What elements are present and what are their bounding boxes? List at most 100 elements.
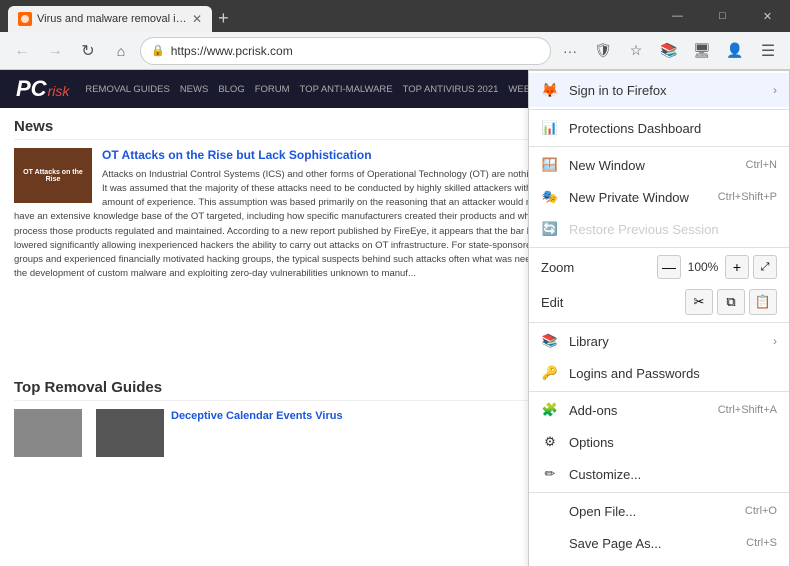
close-button[interactable]: ✕ bbox=[745, 0, 790, 32]
private-shortcut: Ctrl+Shift+P bbox=[718, 191, 777, 203]
paste-button[interactable]: 📋 bbox=[749, 289, 777, 315]
zoom-plus-button[interactable]: + bbox=[725, 255, 749, 279]
new-window-icon: 🪟 bbox=[541, 156, 559, 174]
menu-item-edit: Edit ✂ ⧉ 📋 bbox=[529, 284, 789, 320]
menu-item-customize[interactable]: ✏ Customize... bbox=[529, 458, 789, 490]
title-bar: Virus and malware removal ins... ✕ + — □… bbox=[0, 0, 790, 32]
synced-tabs-button[interactable]: 🖥 bbox=[688, 37, 716, 65]
main-article-title[interactable]: OT Attacks on the Rise but Lack Sophisti… bbox=[14, 148, 567, 164]
profile-button[interactable]: 👤 bbox=[721, 37, 749, 65]
private-window-label: New Private Window bbox=[569, 190, 708, 205]
library-arrow: › bbox=[773, 334, 777, 348]
menu-item-library[interactable]: 📚 Library › bbox=[529, 325, 789, 357]
menu-item-print[interactable]: 🖨 Print... Ctrl+P bbox=[529, 559, 789, 566]
container-icon[interactable]: 🛡 bbox=[589, 37, 617, 65]
menu-section-protections: 📊 Protections Dashboard bbox=[529, 110, 789, 147]
maximize-button[interactable]: □ bbox=[700, 0, 745, 32]
new-tab-button[interactable]: + bbox=[218, 8, 229, 29]
zoom-controls: — 100% + ⤢ bbox=[657, 255, 777, 279]
bottom-img-placeholder bbox=[14, 409, 82, 457]
tab-close-icon[interactable]: ✕ bbox=[192, 12, 202, 26]
menu-item-zoom: Zoom — 100% + ⤢ bbox=[529, 250, 789, 284]
site-logo[interactable]: PC risk bbox=[16, 76, 69, 102]
nav-top-antimalware[interactable]: TOP ANTI-MALWARE bbox=[300, 84, 393, 95]
library-icon: 📚 bbox=[541, 332, 559, 350]
private-window-icon: 🎭 bbox=[541, 188, 559, 206]
lock-icon: 🔒 bbox=[151, 44, 165, 57]
menu-section-library: 📚 Library › 🔑 Logins and Passwords bbox=[529, 323, 789, 392]
restore-icon: 🔄 bbox=[541, 220, 559, 238]
zoom-minus-button[interactable]: — bbox=[657, 255, 681, 279]
address-bar[interactable]: 🔒 https://www.pcrisk.com bbox=[140, 37, 551, 65]
logo-risk: risk bbox=[48, 83, 70, 99]
bottom-img-2 bbox=[96, 409, 164, 457]
tab-favicon bbox=[18, 12, 32, 26]
home-button[interactable]: ⌂ bbox=[107, 37, 135, 65]
menu-item-restore-session[interactable]: 🔄 Restore Previous Session bbox=[529, 213, 789, 245]
shield-icon: 📊 bbox=[541, 119, 559, 137]
menu-item-private-window[interactable]: 🎭 New Private Window Ctrl+Shift+P bbox=[529, 181, 789, 213]
main-article: OT Attacks on the Rise OT Attacks on the… bbox=[14, 148, 567, 369]
window-controls: — □ ✕ bbox=[655, 0, 790, 32]
reload-button[interactable]: ↻ bbox=[74, 37, 102, 65]
nav-forum[interactable]: FORUM bbox=[255, 84, 290, 95]
new-window-shortcut: Ctrl+N bbox=[746, 159, 777, 171]
main-img-label: OT Attacks on the Rise bbox=[17, 169, 89, 183]
open-file-icon bbox=[541, 502, 559, 520]
restore-label: Restore Previous Session bbox=[569, 222, 777, 237]
nav-news[interactable]: NEWS bbox=[180, 84, 209, 95]
open-file-shortcut: Ctrl+O bbox=[745, 505, 777, 517]
nav-top-antivirus[interactable]: TOP ANTIVIRUS 2021 bbox=[403, 84, 499, 95]
menu-item-logins[interactable]: 🔑 Logins and Passwords bbox=[529, 357, 789, 389]
copy-button[interactable]: ⧉ bbox=[717, 289, 745, 315]
library-label: Library bbox=[569, 334, 763, 349]
more-options-nav-button[interactable]: ··· bbox=[556, 37, 584, 65]
edit-controls: ✂ ⧉ 📋 bbox=[685, 289, 777, 315]
hamburger-menu-button[interactable]: ☰ bbox=[754, 37, 782, 65]
main-area: PC risk REMOVAL GUIDES NEWS BLOG FORUM T… bbox=[0, 70, 790, 566]
menu-item-addons[interactable]: 🧩 Add-ons Ctrl+Shift+A bbox=[529, 394, 789, 426]
logo-pc: PC bbox=[16, 76, 47, 102]
zoom-label: Zoom bbox=[541, 260, 649, 275]
back-button[interactable]: ← bbox=[8, 37, 36, 65]
main-article-image: OT Attacks on the Rise bbox=[14, 148, 92, 203]
main-article-body: Attacks on Industrial Control Systems (I… bbox=[14, 168, 567, 282]
customize-icon: ✏ bbox=[541, 465, 559, 483]
cut-button[interactable]: ✂ bbox=[685, 289, 713, 315]
browser-window: Virus and malware removal ins... ✕ + — □… bbox=[0, 0, 790, 566]
menu-section-zoom-edit: Zoom — 100% + ⤢ Edit ✂ ⧉ 📋 bbox=[529, 248, 789, 323]
nav-blog[interactable]: BLOG bbox=[218, 84, 244, 95]
tab-section: Virus and malware removal ins... ✕ + bbox=[0, 0, 655, 32]
options-icon: ⚙ bbox=[541, 433, 559, 451]
addons-icon: 🧩 bbox=[541, 401, 559, 419]
nav-removal-guides[interactable]: REMOVAL GUIDES bbox=[85, 84, 169, 95]
site-nav: REMOVAL GUIDES NEWS BLOG FORUM TOP ANTI-… bbox=[85, 84, 559, 95]
logins-icon: 🔑 bbox=[541, 364, 559, 382]
new-window-label: New Window bbox=[569, 158, 736, 173]
star-button[interactable]: ☆ bbox=[622, 37, 650, 65]
signin-label: Sign in to Firefox bbox=[569, 83, 763, 98]
addons-label: Add-ons bbox=[569, 403, 708, 418]
forward-button[interactable]: → bbox=[41, 37, 69, 65]
bottom-article-right: Deceptive Calendar Events Virus bbox=[96, 409, 343, 457]
url-text: https://www.pcrisk.com bbox=[171, 44, 540, 58]
menu-item-new-window[interactable]: 🪟 New Window Ctrl+N bbox=[529, 149, 789, 181]
save-page-shortcut: Ctrl+S bbox=[746, 537, 777, 549]
firefox-icon: 🦊 bbox=[541, 81, 559, 99]
menu-item-open-file[interactable]: Open File... Ctrl+O bbox=[529, 495, 789, 527]
menu-section-file: Open File... Ctrl+O Save Page As... Ctrl… bbox=[529, 493, 789, 566]
menu-item-signin[interactable]: 🦊 Sign in to Firefox › bbox=[529, 73, 789, 107]
active-tab[interactable]: Virus and malware removal ins... ✕ bbox=[8, 6, 212, 32]
menu-item-save-page[interactable]: Save Page As... Ctrl+S bbox=[529, 527, 789, 559]
fullscreen-button[interactable]: ⤢ bbox=[753, 255, 777, 279]
menu-section-addons: 🧩 Add-ons Ctrl+Shift+A ⚙ Options ✏ Custo… bbox=[529, 392, 789, 493]
minimize-button[interactable]: — bbox=[655, 0, 700, 32]
bottom-article-title[interactable]: Deceptive Calendar Events Virus bbox=[171, 409, 343, 423]
menu-item-options[interactable]: ⚙ Options bbox=[529, 426, 789, 458]
reading-mode-button[interactable]: 📚 bbox=[655, 37, 683, 65]
addons-shortcut: Ctrl+Shift+A bbox=[718, 404, 777, 416]
open-file-label: Open File... bbox=[569, 504, 735, 519]
menu-item-protections[interactable]: 📊 Protections Dashboard bbox=[529, 112, 789, 144]
zoom-value: 100% bbox=[685, 260, 721, 274]
logins-label: Logins and Passwords bbox=[569, 366, 777, 381]
